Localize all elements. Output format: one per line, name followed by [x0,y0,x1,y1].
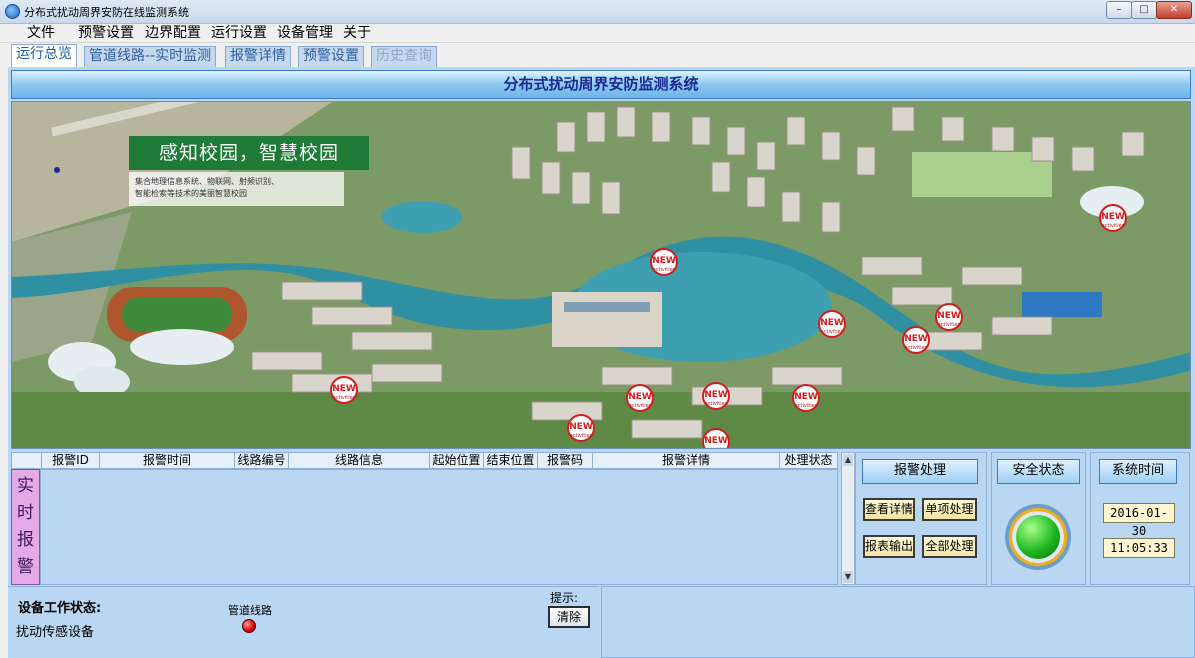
new-badge[interactable]: NEWactivities [702,382,730,410]
alarm-table-header: 报警ID 报警时间 线路编号 线路信息 起始位置 结束位置 报警码 报警详情 处… [11,452,838,469]
new-badge-label: NEW [937,311,961,321]
new-badge-sub: activities [332,395,356,401]
column-select[interactable] [12,453,42,468]
new-badge-sub: activities [904,345,928,351]
menu-device-management[interactable]: 设备管理 [277,25,333,42]
tips-panel [601,586,1195,658]
new-badge-label: NEW [332,384,356,394]
map-banner-subtitle-line1: 集合地理信息系统、物联网、射频识别、 [135,177,279,186]
menu-alarm-settings[interactable]: 预警设置 [78,25,134,42]
view-detail-button[interactable]: 查看详情 [863,498,915,521]
device-name: 扰动传感设备 [16,625,95,640]
new-badge-label: NEW [652,256,676,266]
new-badge[interactable]: NEWactivities [567,414,595,442]
new-badge-sub: activities [628,403,652,409]
column-alarm-time[interactable]: 报警时间 [100,453,235,468]
new-badge-label: NEW [628,392,652,402]
alarm-table-scrollbar[interactable]: ▲ ▼ [841,452,855,585]
column-alarm-detail[interactable]: 报警详情 [593,453,780,468]
new-badge-label: NEW [569,422,593,432]
menu-about[interactable]: 关于 [343,25,371,42]
new-badge-sub: activities [937,322,961,328]
device-status-panel: 设备工作状态: 扰动传感设备 管道线路 提示: [8,586,599,658]
new-badge[interactable]: NEWactivities [330,376,358,404]
new-badge-label: NEW [704,390,728,400]
map-banner-title: 感知校园，智慧校园 [129,136,369,170]
new-badge-label: NEW [820,318,844,328]
new-badge[interactable]: NEWactivities [1099,204,1127,232]
campus-map: 感知校园，智慧校园 集合地理信息系统、物联网、射频识别、 智能检索等技术的美丽智… [11,101,1191,449]
new-badge-sub: activities [652,267,676,273]
scroll-up-icon[interactable]: ▲ [843,454,853,466]
map-banner-subtitle-line2: 智能检索等技术的美丽智慧校园 [135,189,247,198]
window-title: 分布式扰动周界安防在线监测系统 [24,6,189,19]
column-start-position[interactable]: 起始位置 [430,453,484,468]
alarm-handling-title: 报警处理 [862,459,978,484]
column-alarm-code[interactable]: 报警码 [538,453,593,468]
new-badge-sub: activities [794,403,818,409]
tab-alarm-settings[interactable]: 预警设置 [298,46,364,67]
new-badge[interactable]: NEWactivities [626,384,654,412]
new-badge-label: NEW [704,436,728,446]
export-report-button[interactable]: 报表输出 [863,535,915,558]
device-status-title: 设备工作状态: [18,601,102,616]
system-date: 2016-01-30 [1103,503,1175,538]
new-badge-sub: activities [569,433,593,439]
single-process-button[interactable]: 单项处理 [922,498,977,521]
realtime-alarm-char: 时 [17,503,34,523]
new-badge-sub: activities [704,447,728,448]
tab-bar: 运行总览 管道线路--实时监测 报警详情 预警设置 历史查询 [0,43,1195,67]
tab-overview[interactable]: 运行总览 [11,44,77,67]
minimize-button[interactable]: – [1106,1,1132,19]
menu-run-settings[interactable]: 运行设置 [211,25,267,42]
new-badge-label: NEW [794,392,818,402]
new-badge-sub: activities [1101,223,1125,229]
pipeline-status-led-icon [242,619,256,633]
realtime-alarm-label: 实 时 报 警 [11,469,40,585]
alarm-table-body[interactable] [40,469,838,585]
tips-label: 提示: [550,591,579,605]
new-badge[interactable]: NEWactivities [818,310,846,338]
new-badge[interactable]: NEWactivities [702,428,730,448]
tab-history[interactable]: 历史查询 [371,46,437,67]
clear-button[interactable]: 清除 [548,606,590,628]
process-all-button[interactable]: 全部处理 [922,535,977,558]
safety-status-title: 安全状态 [997,459,1080,484]
column-end-position[interactable]: 结束位置 [484,453,538,468]
new-badge[interactable]: NEWactivities [792,384,820,412]
scroll-down-icon[interactable]: ▼ [843,571,853,583]
title-bar: 分布式扰动周界安防在线监测系统 – □ ✕ [0,0,1195,24]
column-alarm-id[interactable]: 报警ID [42,453,100,468]
realtime-alarm-char: 警 [17,557,34,577]
app-icon [5,4,20,19]
system-time-title: 系统时间 [1099,459,1177,484]
realtime-alarm-char: 实 [17,476,34,496]
column-process-status[interactable]: 处理状态 [780,453,837,468]
maximize-button[interactable]: □ [1131,1,1157,19]
page-title: 分布式扰动周界安防监测系统 [11,70,1191,99]
tab-alarm-detail[interactable]: 报警详情 [225,46,291,67]
map-banner-subtitle: 集合地理信息系统、物联网、射频识别、 智能检索等技术的美丽智慧校园 [129,172,344,206]
tab-realtime-monitor[interactable]: 管道线路--实时监测 [84,46,217,67]
column-line-number[interactable]: 线路编号 [235,453,289,468]
new-badge-sub: activities [820,329,844,335]
close-button[interactable]: ✕ [1156,1,1192,19]
menu-file[interactable]: 文件 [27,25,55,42]
new-badge[interactable]: NEWactivities [650,248,678,276]
safety-ok-indicator-icon [1016,515,1060,559]
new-badge-label: NEW [1101,212,1125,222]
new-badge-sub: activities [704,401,728,407]
pipeline-label: 管道线路 [228,604,272,617]
new-badge[interactable]: NEWactivities [902,326,930,354]
menu-boundary-config[interactable]: 边界配置 [145,25,201,42]
column-line-info[interactable]: 线路信息 [289,453,430,468]
new-badge-label: NEW [904,334,928,344]
new-badge[interactable]: NEWactivities [935,303,963,331]
realtime-alarm-char: 报 [17,530,34,550]
system-clock: 11:05:33 [1103,538,1175,558]
menu-bar: 文件 预警设置 边界配置 运行设置 设备管理 关于 [0,24,1195,43]
safety-status-lamp [1005,504,1071,570]
